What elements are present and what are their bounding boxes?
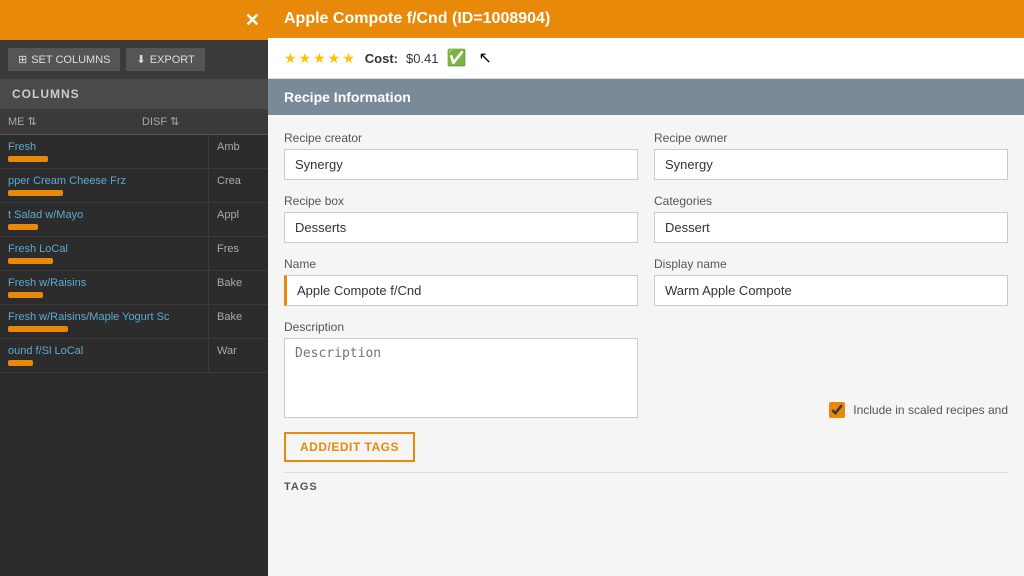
check-icon: ✅	[447, 48, 467, 68]
star-rating: ★★★★★	[284, 50, 357, 67]
categories-input[interactable]	[654, 212, 1008, 243]
table-row[interactable]: Fresh w/Raisins/Maple Yogurt Sc Bake	[0, 305, 268, 339]
toolbar: ⊞ SET COLUMNS ⬇ EXPORT	[0, 40, 268, 79]
table-row[interactable]: Fresh LoCal Fres	[0, 237, 268, 271]
name-display-row: Name Display name	[284, 257, 1008, 306]
recipe-owner-group: Recipe owner	[654, 131, 1008, 180]
recipe-creator-group: Recipe creator	[284, 131, 638, 180]
columns-header-bar: COLUMNS	[0, 79, 268, 109]
cost-label: Cost:	[365, 51, 398, 66]
description-group: Description	[284, 320, 638, 418]
row-name: ound f/Sl LoCal	[0, 339, 208, 372]
table-row[interactable]: ound f/Sl LoCal War	[0, 339, 268, 373]
name-label: Name	[284, 257, 638, 271]
display-name-input[interactable]	[654, 275, 1008, 306]
row-name: t Salad w/Mayo	[0, 203, 208, 236]
add-edit-tags-button[interactable]: ADD/EDIT TAGS	[284, 432, 415, 462]
creator-owner-row: Recipe creator Recipe owner	[284, 131, 1008, 180]
close-button[interactable]: ✕	[245, 11, 260, 29]
recipe-box-label: Recipe box	[284, 194, 638, 208]
display-name-label: Display name	[654, 257, 1008, 271]
recipe-owner-input[interactable]	[654, 149, 1008, 180]
tags-section: ADD/EDIT TAGS TAGS	[284, 432, 1008, 493]
cost-value: $0.41	[406, 51, 439, 66]
row-display: Bake	[208, 271, 268, 304]
scaled-recipe-group: Include in scaled recipes and	[654, 320, 1008, 418]
include-scaled-label: Include in scaled recipes and	[853, 403, 1008, 417]
recipe-owner-label: Recipe owner	[654, 131, 1008, 145]
section-header: Recipe Information	[268, 79, 1024, 115]
name-group: Name	[284, 257, 638, 306]
recipe-box-group: Recipe box	[284, 194, 638, 243]
left-panel: ✕ ⊞ SET COLUMNS ⬇ EXPORT COLUMNS ME ⇅ DI…	[0, 0, 268, 576]
table-row[interactable]: Fresh Amb	[0, 135, 268, 169]
recipe-creator-label: Recipe creator	[284, 131, 638, 145]
table-row[interactable]: Fresh w/Raisins Bake	[0, 271, 268, 305]
row-name: pper Cream Cheese Frz	[0, 169, 208, 202]
modal-title: Apple Compote f/Cnd (ID=1008904)	[284, 10, 550, 27]
name-input[interactable]	[284, 275, 638, 306]
categories-label: Categories	[654, 194, 1008, 208]
display-column-header[interactable]: DISF ⇅	[134, 109, 268, 134]
recipe-list: Fresh Amb pper Cream Cheese Frz Crea t S…	[0, 135, 268, 576]
description-textarea[interactable]	[284, 338, 638, 418]
recipe-creator-input[interactable]	[284, 149, 638, 180]
export-button[interactable]: ⬇ EXPORT	[126, 48, 204, 71]
row-display: War	[208, 339, 268, 372]
categories-group: Categories	[654, 194, 1008, 243]
column-headers: ME ⇅ DISF ⇅	[0, 109, 268, 135]
recipe-detail-modal: Apple Compote f/Cnd (ID=1008904) ★★★★★ C…	[268, 0, 1024, 576]
set-columns-button[interactable]: ⊞ SET COLUMNS	[8, 48, 120, 71]
display-name-group: Display name	[654, 257, 1008, 306]
row-display: Amb	[208, 135, 268, 168]
table-row[interactable]: pper Cream Cheese Frz Crea	[0, 169, 268, 203]
row-name: Fresh	[0, 135, 208, 168]
recipe-box-input[interactable]	[284, 212, 638, 243]
row-display: Fres	[208, 237, 268, 270]
description-label: Description	[284, 320, 638, 334]
row-name: Fresh w/Raisins	[0, 271, 208, 304]
export-icon: ⬇	[136, 53, 145, 66]
box-categories-row: Recipe box Categories	[284, 194, 1008, 243]
row-display: Crea	[208, 169, 268, 202]
cost-bar: ★★★★★ Cost: $0.41 ✅ ↖	[268, 38, 1024, 79]
columns-title: COLUMNS	[12, 87, 80, 101]
columns-icon: ⊞	[18, 53, 27, 66]
tags-label: TAGS	[284, 472, 1008, 493]
left-top-bar: ✕	[0, 0, 268, 40]
cursor-icon: ↖	[478, 48, 491, 68]
row-name: Fresh w/Raisins/Maple Yogurt Sc	[0, 305, 208, 338]
row-display: Appl	[208, 203, 268, 236]
include-scaled-checkbox[interactable]	[829, 402, 845, 418]
modal-title-bar: Apple Compote f/Cnd (ID=1008904)	[268, 0, 1024, 38]
name-column-header[interactable]: ME ⇅	[0, 109, 134, 134]
row-display: Bake	[208, 305, 268, 338]
table-row[interactable]: t Salad w/Mayo Appl	[0, 203, 268, 237]
include-scaled-row: Include in scaled recipes and	[654, 402, 1008, 418]
row-name: Fresh LoCal	[0, 237, 208, 270]
form-body: Recipe creator Recipe owner Recipe box C…	[268, 115, 1024, 576]
description-row: Description Include in scaled recipes an…	[284, 320, 1008, 418]
